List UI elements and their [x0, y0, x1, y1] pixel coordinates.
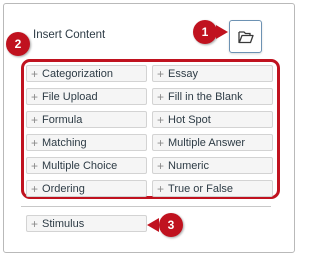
panel-title: Insert Content: [33, 29, 106, 41]
folder-open-icon: [237, 30, 254, 43]
plus-icon: +: [31, 216, 39, 231]
question-type-label: Essay: [168, 67, 198, 80]
callout-badge-1: 1: [193, 20, 217, 44]
stimulus-label: Stimulus: [42, 217, 85, 230]
plus-icon: +: [31, 66, 39, 81]
callout-arrow-1: [216, 25, 228, 39]
question-type-label: Ordering: [42, 182, 85, 195]
plus-icon: +: [157, 89, 165, 104]
question-type-label: Multiple Choice: [42, 159, 118, 172]
plus-icon: +: [31, 135, 39, 150]
question-type-label: Multiple Answer: [168, 136, 246, 149]
question-type-label: Categorization: [42, 67, 113, 80]
question-type-label: Matching: [42, 136, 87, 149]
stimulus-button[interactable]: + Stimulus: [26, 215, 147, 232]
plus-icon: +: [31, 89, 39, 104]
question-type-matching[interactable]: + Matching: [26, 134, 147, 151]
question-type-multiple-choice[interactable]: + Multiple Choice: [26, 157, 147, 174]
question-type-formula[interactable]: + Formula: [26, 111, 147, 128]
question-type-hot-spot[interactable]: + Hot Spot: [152, 111, 273, 128]
callout-badge-3: 3: [159, 213, 183, 237]
question-type-true-or-false[interactable]: + True or False: [152, 180, 273, 197]
plus-icon: +: [31, 112, 39, 127]
question-type-label: Formula: [42, 113, 83, 126]
plus-icon: +: [157, 112, 165, 127]
question-type-file-upload[interactable]: + File Upload: [26, 88, 147, 105]
question-type-numeric[interactable]: + Numeric: [152, 157, 273, 174]
callout-arrow-3: [147, 218, 159, 232]
question-type-label: True or False: [168, 182, 234, 195]
question-type-ordering[interactable]: + Ordering: [26, 180, 147, 197]
callout-badge-2: 2: [6, 32, 30, 56]
question-type-label: Hot Spot: [168, 113, 211, 126]
question-type-essay[interactable]: + Essay: [152, 65, 273, 82]
section-divider: [21, 206, 271, 207]
plus-icon: +: [157, 135, 165, 150]
plus-icon: +: [31, 158, 39, 173]
open-content-button[interactable]: [229, 20, 262, 53]
plus-icon: +: [157, 158, 165, 173]
question-type-multiple-answer[interactable]: + Multiple Answer: [152, 134, 273, 151]
plus-icon: +: [31, 181, 39, 196]
question-type-categorization[interactable]: + Categorization: [26, 65, 147, 82]
question-type-label: Fill in the Blank: [168, 90, 243, 103]
question-type-fill-in-the-blank[interactable]: + Fill in the Blank: [152, 88, 273, 105]
plus-icon: +: [157, 181, 165, 196]
plus-icon: +: [157, 66, 165, 81]
question-type-label: Numeric: [168, 159, 209, 172]
question-type-label: File Upload: [42, 90, 98, 103]
